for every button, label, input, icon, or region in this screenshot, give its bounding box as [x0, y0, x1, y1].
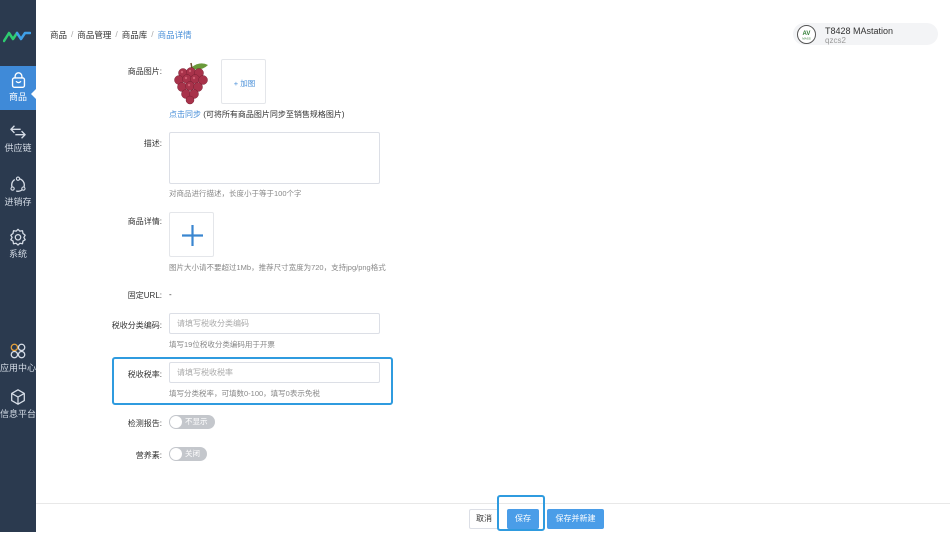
sidebar-item-system[interactable]: 系统 — [0, 228, 36, 264]
sidebar-item-info-platform[interactable]: 信息平台 — [0, 388, 36, 424]
plus-icon — [182, 225, 203, 246]
product-thumbnail[interactable] — [170, 59, 214, 105]
sidebar-item-label: 系统 — [8, 249, 27, 259]
breadcrumb-item[interactable]: 商品 — [50, 29, 67, 41]
nutrition-label: 营养素: — [135, 451, 162, 460]
cycle-icon — [10, 176, 26, 192]
toggle-knob — [170, 416, 182, 428]
apps-icon — [10, 343, 26, 359]
description-textarea[interactable] — [169, 132, 380, 184]
nutrition-toggle[interactable]: 关闭 — [169, 447, 207, 461]
user-account: qzcs2 — [825, 36, 846, 45]
save-button[interactable]: 保存 — [507, 509, 539, 529]
tax-code-hint: 填写19位税收分类编码用于开票 — [169, 340, 275, 349]
detail-hint: 图片大小请不要超过1Mb，推荐尺寸宽度为720，支持jpg/png格式 — [169, 263, 386, 272]
top-header: 商品 / 商品管理 / 商品库 / 商品详情 AV MASS T8428 MAs… — [36, 0, 950, 62]
breadcrumb-current: 商品详情 — [157, 30, 192, 40]
sync-row: 点击同步 (可将所有商品图片同步至销售规格图片) — [169, 109, 345, 120]
grapes-image — [174, 62, 208, 105]
toggle-knob — [170, 448, 182, 460]
breadcrumb-item[interactable]: 商品管理 — [77, 29, 111, 41]
tax-rate-input[interactable] — [169, 362, 380, 383]
test-report-label: 检测报告: — [127, 419, 162, 428]
tax-code-input[interactable] — [169, 313, 380, 334]
sync-hint: (可将所有商品图片同步至销售规格图片) — [201, 110, 345, 119]
footer-divider — [36, 503, 950, 504]
exchange-icon — [10, 125, 26, 139]
detail-label: 商品详情: — [127, 217, 162, 226]
sidebar-item-label: 供应链 — [4, 143, 32, 153]
sidebar-item-inventory[interactable]: 进销存 — [0, 176, 36, 212]
cube-icon — [11, 389, 25, 405]
breadcrumb-separator: / — [71, 29, 74, 39]
detail-upload-button[interactable] — [169, 212, 214, 257]
gear-icon — [10, 228, 26, 246]
basket-icon — [11, 72, 25, 88]
breadcrumb-separator: / — [151, 29, 154, 39]
toggle-text: 关闭 — [185, 449, 200, 458]
sidebar-item-label: 应用中心 — [0, 363, 36, 373]
sidebar-item-label: 进销存 — [4, 197, 32, 207]
fixed-url-value: - — [169, 290, 172, 299]
description-hint: 对商品进行描述，长度小于等于100个字 — [169, 189, 302, 198]
toggle-text: 不显示 — [185, 417, 208, 426]
user-name: T8428 MAstation — [825, 26, 894, 36]
breadcrumb-item[interactable]: 商品库 — [122, 29, 148, 41]
cancel-button[interactable]: 取消 — [469, 509, 499, 529]
sidebar: 商品 供应链 进销存 系统 应用中心 信息平台 — [0, 0, 36, 532]
fixed-url-label: 固定URL: — [127, 291, 162, 300]
sync-link[interactable]: 点击同步 — [169, 110, 201, 119]
user-menu[interactable]: AV MASS T8428 MAstation qzcs2 — [793, 23, 938, 45]
product-image-label: 商品图片: — [127, 67, 162, 76]
breadcrumb: 商品 / 商品管理 / 商品库 / 商品详情 — [50, 29, 192, 41]
tax-rate-label: 税收税率: — [127, 370, 162, 379]
sidebar-item-label: 商品 — [8, 92, 27, 102]
test-report-toggle[interactable]: 不显示 — [169, 415, 215, 429]
sidebar-item-label: 信息平台 — [0, 409, 36, 419]
avatar-caption: MASS — [802, 37, 811, 41]
add-image-label: + 加图 — [233, 79, 256, 88]
tax-code-label: 税收分类编码: — [111, 321, 162, 330]
avatar: AV MASS — [797, 25, 816, 44]
tax-rate-hint: 填写分类税率，可填数0-100，填写0表示免税 — [169, 389, 320, 398]
sidebar-item-products[interactable]: 商品 — [0, 66, 36, 110]
add-image-button[interactable]: + 加图 — [221, 59, 266, 104]
save-and-new-button[interactable]: 保存并新建 — [547, 509, 604, 529]
breadcrumb-separator: / — [115, 29, 118, 39]
logo-icon — [3, 31, 31, 43]
sidebar-item-app-center[interactable]: 应用中心 — [0, 342, 36, 378]
description-label: 描述: — [143, 139, 162, 148]
avatar-logo-icon: AV MASS — [802, 31, 811, 41]
sidebar-item-supply-chain[interactable]: 供应链 — [0, 124, 36, 160]
